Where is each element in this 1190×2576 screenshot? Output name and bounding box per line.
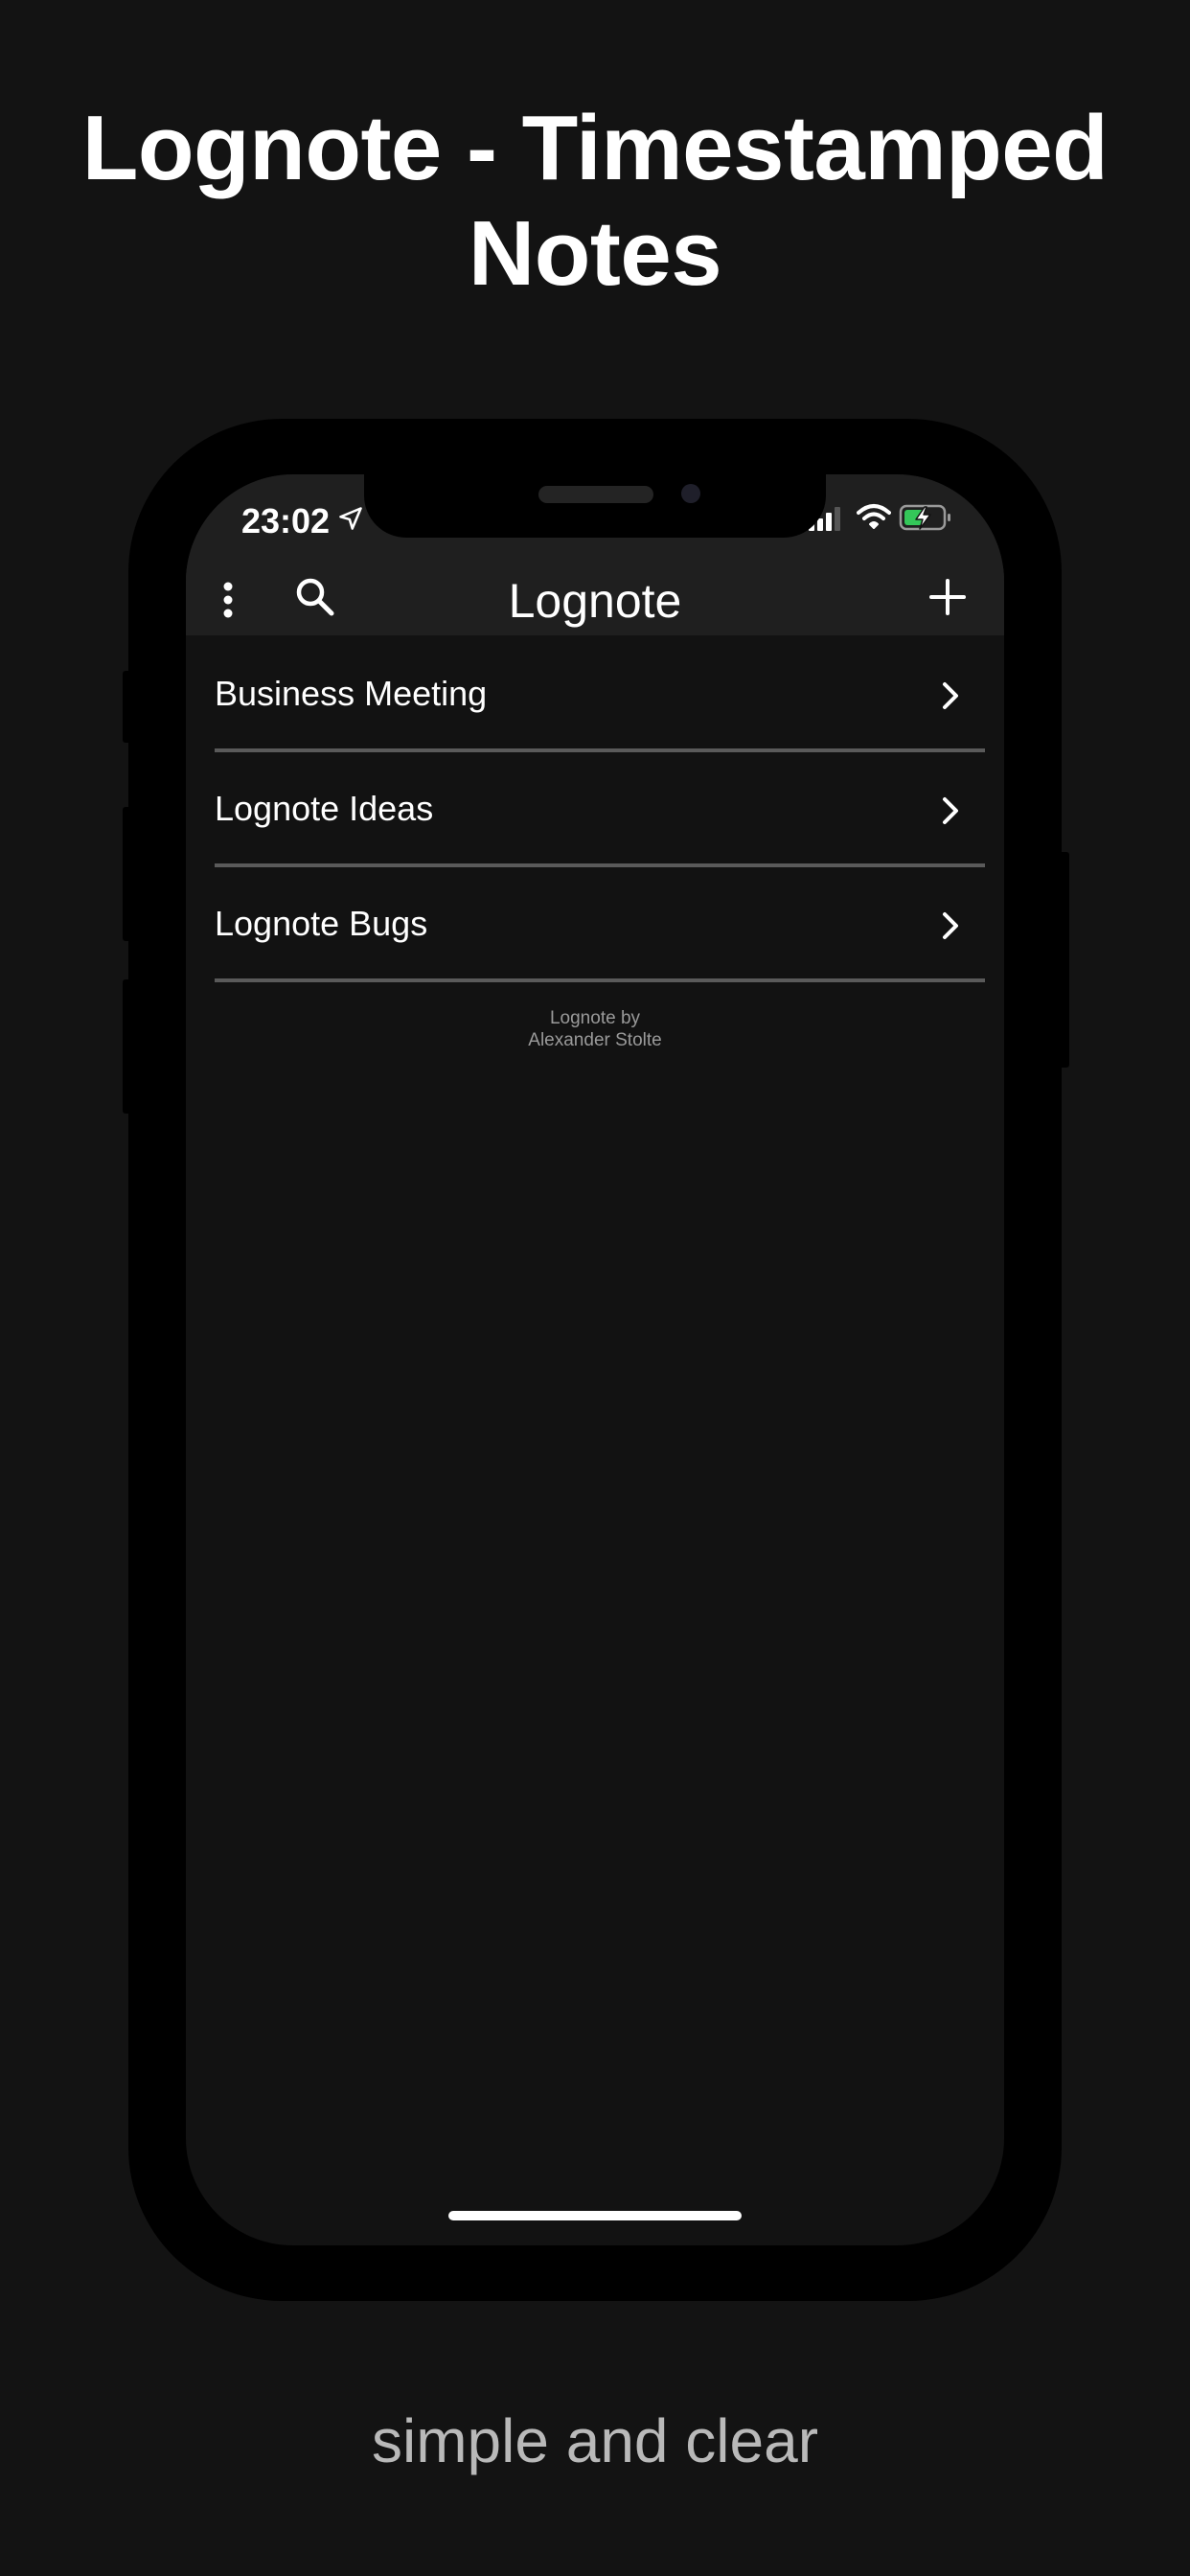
credit-line-1: Lognote by <box>549 1008 641 1028</box>
author-credit: Lognote by Alexander Stolte <box>186 1007 1004 1051</box>
front-camera <box>681 484 700 503</box>
notch <box>364 474 826 538</box>
plus-icon[interactable] <box>928 578 967 616</box>
volume-up-button <box>123 807 132 941</box>
earpiece-speaker <box>538 486 653 503</box>
status-time: 23:02 <box>241 501 331 540</box>
list-item-label: Lognote Bugs <box>215 904 428 943</box>
phone-frame: 23:02 Lognote Business Meeting Lognote I… <box>123 419 1069 2301</box>
chevron-right-icon <box>943 682 958 709</box>
notebook-list: Business Meeting Lognote Ideas Lognote B… <box>215 639 985 984</box>
promo-headline: Lognote - Timestamped Notes <box>0 96 1190 307</box>
headline-line-1: Lognote - Timestamped <box>81 97 1109 199</box>
list-item-label: Business Meeting <box>215 674 488 713</box>
list-item-label: Lognote Ideas <box>215 789 434 828</box>
credit-line-2: Alexander Stolte <box>528 1030 662 1050</box>
home-indicator[interactable] <box>448 2211 742 2220</box>
promo-tagline: simple and clear <box>372 2406 818 2475</box>
chevron-right-icon <box>943 912 958 939</box>
volume-down-button <box>123 979 132 1114</box>
page-title: Lognote <box>508 574 682 628</box>
nav-bar: Lognote <box>186 566 1004 635</box>
wifi-icon <box>857 504 891 529</box>
power-button <box>1058 852 1069 1068</box>
list-item[interactable]: Lognote Ideas <box>215 754 985 867</box>
silent-switch <box>123 671 132 743</box>
phone-screen: 23:02 Lognote Business Meeting Lognote I… <box>186 474 1004 2245</box>
headline-line-2: Notes <box>468 202 722 305</box>
list-item[interactable]: Business Meeting <box>215 639 985 752</box>
list-item[interactable]: Lognote Bugs <box>215 869 985 982</box>
chevron-right-icon <box>943 797 958 824</box>
battery-charging-icon <box>899 504 950 531</box>
location-arrow-icon <box>339 507 362 530</box>
